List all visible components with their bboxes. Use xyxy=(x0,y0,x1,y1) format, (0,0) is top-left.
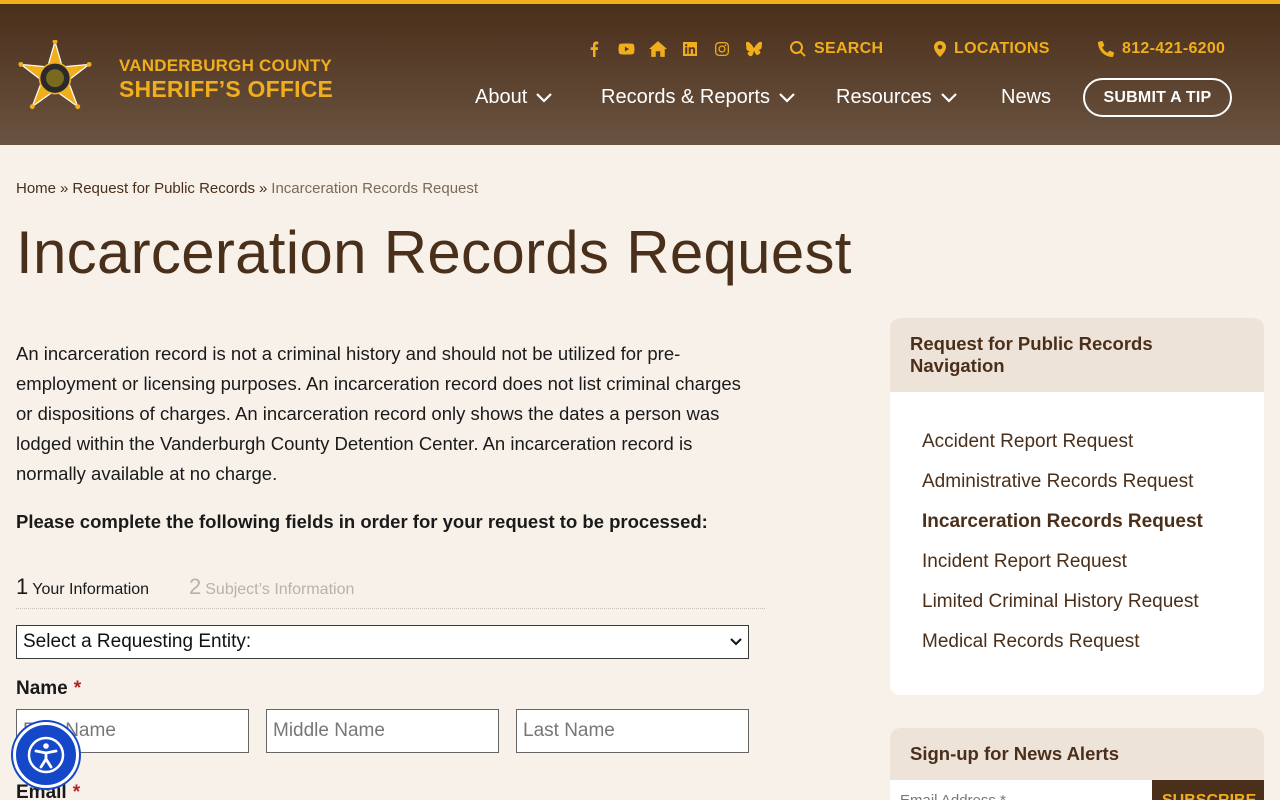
breadcrumb-separator: » xyxy=(60,180,69,197)
breadcrumb-home-link[interactable]: Home xyxy=(16,180,56,197)
nav-records-label: Records & Reports xyxy=(601,86,770,108)
accessibility-icon xyxy=(27,736,65,774)
accessibility-button[interactable] xyxy=(13,722,79,788)
locations-link[interactable]: LOCATIONS xyxy=(934,40,1050,58)
nav-news[interactable]: News xyxy=(1001,86,1051,109)
search-link[interactable]: SEARCH xyxy=(790,40,883,58)
brand-line-1: VANDERBURGH COUNTY xyxy=(119,56,332,75)
nav-resources-label: Resources xyxy=(836,86,932,108)
sidebar-item-limited-criminal-history[interactable]: Limited Criminal History Request xyxy=(890,590,1264,630)
facebook-icon[interactable] xyxy=(584,39,604,59)
last-name-input[interactable]: Last Name xyxy=(516,709,749,753)
social-links xyxy=(584,38,776,60)
site-header: VANDERBURGH COUNTY SHERIFF’S OFFICE SEAR… xyxy=(0,0,1280,145)
nav-news-label: News xyxy=(1001,86,1052,108)
page-title: Incarceration Records Request xyxy=(16,219,852,286)
breadcrumb-separator: » xyxy=(258,180,268,197)
locations-label: LOCATIONS xyxy=(954,40,1050,57)
step-subject-information[interactable]: 2 Subject’s Information xyxy=(189,574,354,600)
nav-resources[interactable]: Resources xyxy=(836,86,957,109)
form-instruction: Please complete the following fields in … xyxy=(16,511,708,532)
sidebar-item-incident-report[interactable]: Incident Report Request xyxy=(890,550,1264,590)
step-label: Subject’s Information xyxy=(205,581,355,598)
phone-label: 812-421-6200 xyxy=(1122,40,1226,57)
map-pin-icon xyxy=(934,41,946,57)
name-label-text: Name xyxy=(16,678,68,699)
linkedin-icon[interactable] xyxy=(680,39,700,59)
records-navigation-list: Accident Report Request Administrative R… xyxy=(890,392,1264,670)
nav-about[interactable]: About xyxy=(475,86,553,109)
records-navigation-card: Request for Public Records Navigation Ac… xyxy=(890,318,1264,695)
instagram-icon[interactable] xyxy=(712,39,732,59)
sheriff-star-logo-icon[interactable] xyxy=(14,40,96,118)
sidebar-item-medical-records[interactable]: Medical Records Request xyxy=(890,630,1264,670)
brand-line-2: SHERIFF’S OFFICE xyxy=(119,76,334,102)
required-mark: * xyxy=(72,782,81,800)
search-label: SEARCH xyxy=(814,40,884,57)
submit-tip-button[interactable]: SUBMIT A TIP xyxy=(1083,78,1232,117)
middle-name-input[interactable]: Middle Name xyxy=(266,709,499,753)
home-icon[interactable] xyxy=(648,39,668,59)
step-number: 2 xyxy=(189,574,202,599)
nav-records-reports[interactable]: Records & Reports xyxy=(601,86,795,109)
sidebar-item-accident-report[interactable]: Accident Report Request xyxy=(890,430,1264,470)
step-your-information[interactable]: 1 Your Information xyxy=(16,574,149,600)
breadcrumb-current: Incarceration Records Request xyxy=(271,180,479,197)
subscribe-button[interactable]: SUBSCRIBE xyxy=(1152,780,1264,800)
phone-icon xyxy=(1098,41,1114,57)
required-mark: * xyxy=(73,678,82,699)
brand-name[interactable]: VANDERBURGH COUNTY SHERIFF’S OFFICE xyxy=(119,56,333,102)
bluesky-icon[interactable] xyxy=(744,39,764,59)
requesting-entity-value: Select a Requesting Entity: xyxy=(23,631,252,652)
nav-about-label: About xyxy=(475,86,528,108)
intro-paragraph: An incarceration record is not a crimina… xyxy=(16,343,741,484)
chevron-down-icon xyxy=(779,92,795,103)
chevron-down-icon xyxy=(536,92,553,103)
search-icon xyxy=(790,41,806,57)
step-label: Your Information xyxy=(32,581,150,598)
sidebar-item-administrative-records[interactable]: Administrative Records Request xyxy=(890,470,1264,510)
youtube-icon[interactable] xyxy=(616,39,636,59)
form-steps: 1 Your Information 2 Subject’s Informati… xyxy=(16,572,765,609)
sidebar-item-incarceration-records[interactable]: Incarceration Records Request xyxy=(890,510,1264,550)
breadcrumb: Home» Request for Public Records» Incarcer… xyxy=(16,180,478,197)
breadcrumb-parent-link[interactable]: Request for Public Records xyxy=(72,180,255,197)
step-number: 1 xyxy=(16,574,29,599)
news-alerts-heading: Sign-up for News Alerts xyxy=(890,728,1264,780)
requesting-entity-select[interactable]: Select a Requesting Entity: xyxy=(16,625,749,659)
phone-link[interactable]: 812-421-6200 xyxy=(1098,40,1225,58)
news-alerts-card: Sign-up for News Alerts Email Address * … xyxy=(890,728,1264,800)
records-navigation-heading: Request for Public Records Navigation xyxy=(890,318,1264,392)
chevron-down-icon xyxy=(940,92,957,103)
chevron-down-icon xyxy=(730,638,742,646)
name-field-label: Name * xyxy=(16,678,81,700)
news-email-input[interactable]: Email Address * xyxy=(890,780,1152,800)
